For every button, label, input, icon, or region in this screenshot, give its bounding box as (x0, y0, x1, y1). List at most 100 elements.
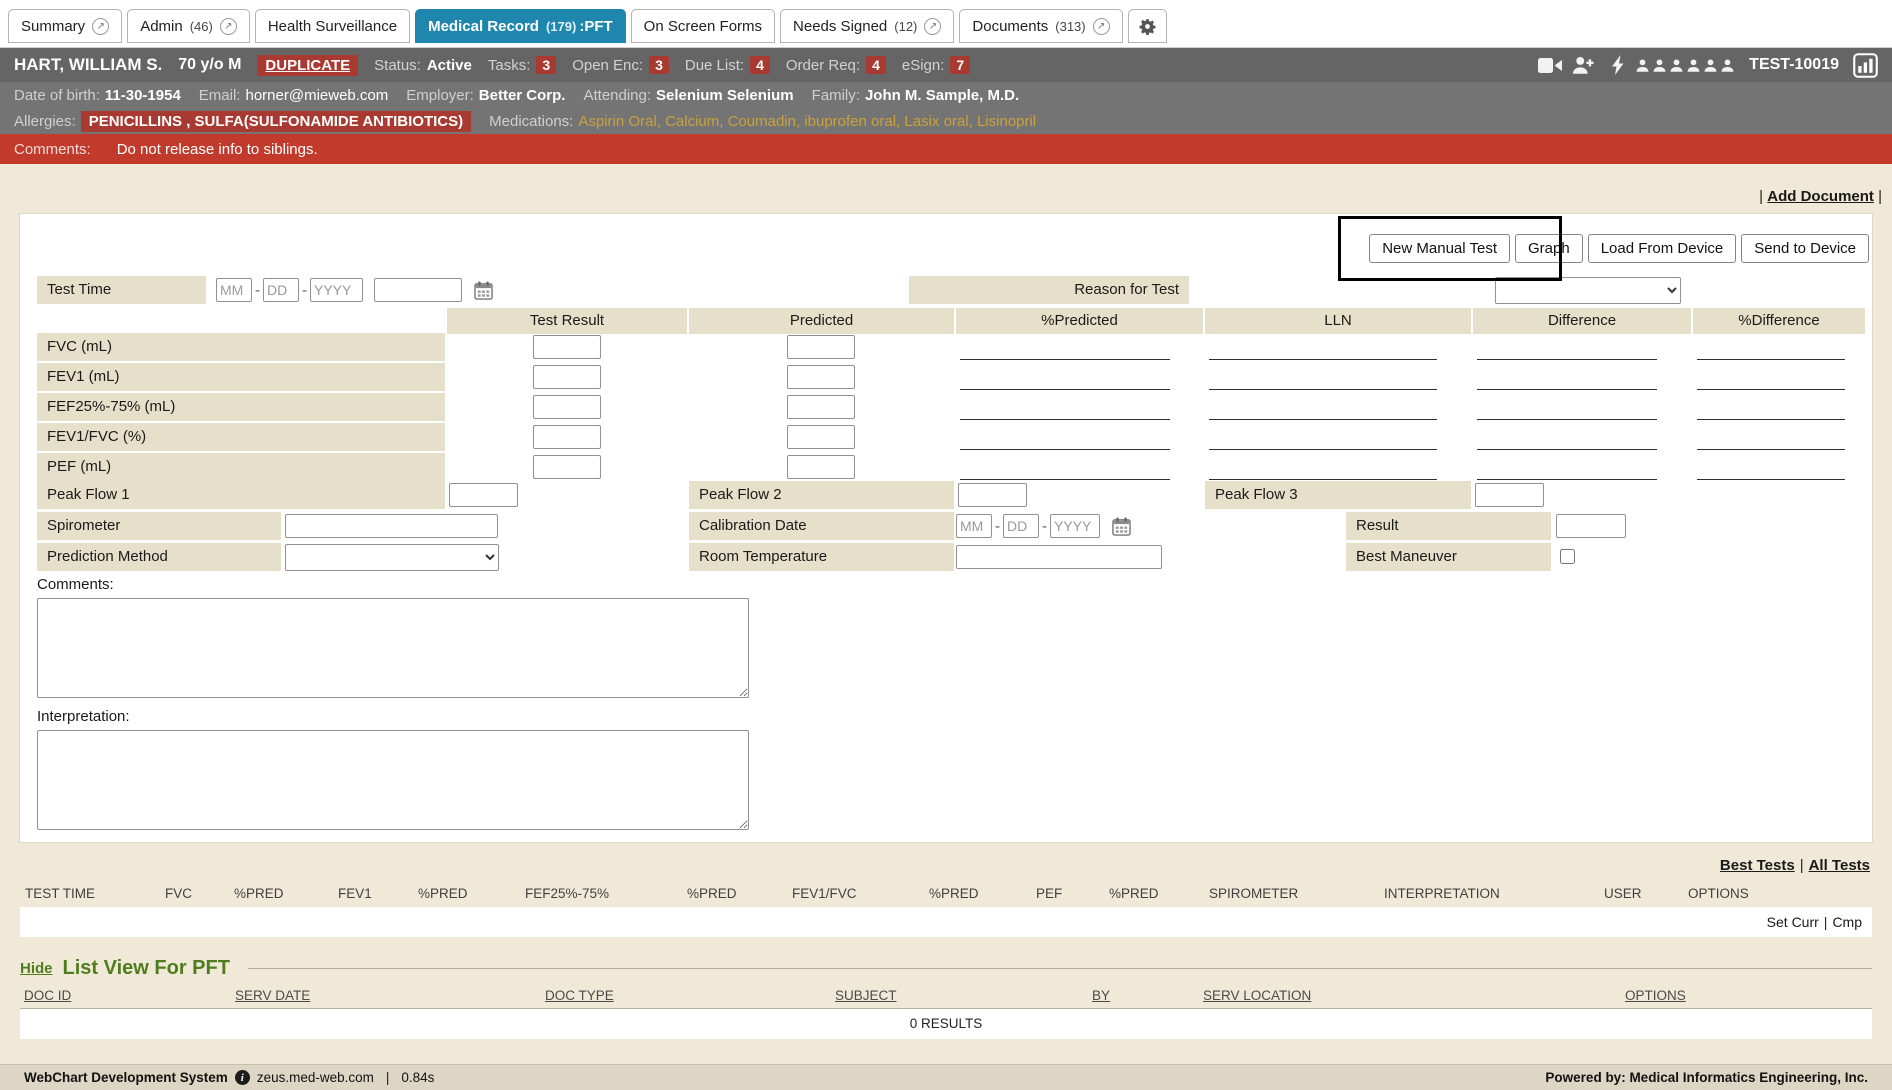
tab-needs-signed[interactable]: Needs Signed (12) (780, 9, 954, 43)
bar-chart-icon[interactable] (1853, 53, 1878, 78)
allergies-label: Allergies: (14, 113, 76, 130)
info-icon[interactable] (235, 1070, 250, 1085)
fev1-test-result-input[interactable] (533, 365, 601, 389)
duplicate-link[interactable]: DUPLICATE (257, 55, 358, 76)
peak-flow-1-input[interactable] (449, 483, 518, 507)
medication-link[interactable]: ibuprofen oral (796, 113, 896, 130)
comments-textarea[interactable] (37, 598, 749, 698)
open-enc-count-badge[interactable]: 3 (649, 56, 669, 74)
doc-id-sort-link[interactable]: DOC ID (24, 988, 71, 1003)
test-time-mm-input[interactable] (216, 278, 252, 302)
all-tests-link[interactable]: All Tests (1809, 857, 1870, 874)
tab-medical-record[interactable]: Medical Record (179) :PFT (415, 9, 626, 43)
send-to-device-button[interactable]: Send to Device (1741, 234, 1869, 263)
popout-icon[interactable] (1093, 18, 1110, 35)
doc-type-sort-link[interactable]: DOC TYPE (545, 988, 614, 1003)
esign-count-badge[interactable]: 7 (950, 56, 970, 74)
fev1-fvc-test-result-input[interactable] (533, 425, 601, 449)
fev1-lln-line (1209, 363, 1437, 390)
subject-sort-link[interactable]: SUBJECT (835, 988, 897, 1003)
video-camera-icon[interactable] (1538, 57, 1562, 74)
set-curr-link[interactable]: Set Curr (1767, 907, 1819, 937)
row-label-fev1-fvc: FEV1/FVC (%) (37, 423, 445, 451)
result-input[interactable] (1556, 514, 1626, 538)
lightning-bolt-icon[interactable] (1612, 55, 1625, 75)
options-sort-link[interactable]: OPTIONS (1625, 988, 1686, 1003)
serv-location-sort-link[interactable]: SERV LOCATION (1203, 988, 1311, 1003)
calibration-yyyy-input[interactable] (1050, 514, 1100, 538)
settings-tab[interactable] (1128, 9, 1167, 43)
calendar-icon[interactable] (474, 281, 493, 300)
order-req-count-badge[interactable]: 4 (866, 56, 886, 74)
spirometer-input[interactable] (285, 514, 498, 538)
medication-link[interactable]: Aspirin Oral (578, 113, 656, 130)
calibration-dd-input[interactable] (1003, 514, 1039, 538)
by-sort-link[interactable]: BY (1092, 988, 1110, 1003)
cmp-link[interactable]: Cmp (1832, 907, 1862, 937)
fef-test-result-input[interactable] (533, 395, 601, 419)
graph-button[interactable]: Graph (1515, 234, 1583, 263)
serv-date-sort-link[interactable]: SERV DATE (235, 988, 310, 1003)
interpretation-textarea[interactable] (37, 730, 749, 830)
new-manual-test-button[interactable]: New Manual Test (1369, 234, 1510, 263)
employer-pair: Employer: Better Corp. (406, 87, 565, 104)
tasks-count-badge[interactable]: 3 (536, 56, 556, 74)
pef-test-result-input[interactable] (533, 455, 601, 479)
medication-link[interactable]: Lasix oral (896, 113, 969, 130)
popout-icon[interactable] (220, 18, 237, 35)
peak-flow-2-input[interactable] (958, 483, 1027, 507)
list-view-title: List View For PFT (63, 957, 230, 980)
due-list-count-badge[interactable]: 4 (750, 56, 770, 74)
test-time-time-input[interactable] (374, 278, 462, 302)
fev1-predicted-input[interactable] (787, 365, 855, 389)
status-label: Status: (374, 57, 421, 74)
test-time-label-cell: Test Time (37, 276, 206, 304)
fev1-fvc-pct-difference-line (1697, 423, 1845, 450)
tab-documents[interactable]: Documents (313) (959, 9, 1122, 43)
medication-link[interactable]: Lisinopril (969, 113, 1037, 130)
popout-icon[interactable] (92, 18, 109, 35)
hide-link[interactable]: Hide (20, 960, 53, 977)
census-people-icons[interactable] (1635, 58, 1735, 73)
peak-flow-3-input[interactable] (1475, 483, 1544, 507)
test-time-dd-input[interactable] (263, 278, 299, 302)
gear-icon (1139, 18, 1156, 35)
tab-health-surveillance[interactable]: Health Surveillance (255, 9, 410, 43)
load-from-device-button[interactable]: Load From Device (1588, 234, 1737, 263)
fvc-test-result-input[interactable] (533, 335, 601, 359)
email-value[interactable]: horner@mieweb.com (245, 87, 388, 104)
popout-icon[interactable] (924, 18, 941, 35)
test-time-yyyy-input[interactable] (310, 278, 363, 302)
status-value: Active (427, 57, 472, 74)
fef-pct-difference-line (1697, 393, 1845, 420)
best-maneuver-checkbox[interactable] (1560, 549, 1575, 564)
tab-admin[interactable]: Admin (46) (127, 9, 250, 43)
pef-difference-line (1477, 453, 1657, 480)
tab-on-screen-forms[interactable]: On Screen Forms (631, 9, 775, 43)
prediction-method-select[interactable] (285, 544, 499, 571)
room-temperature-input[interactable] (956, 545, 1162, 569)
tab-summary[interactable]: Summary (8, 9, 122, 43)
results-header-pef: PEF (1036, 886, 1109, 901)
calibration-mm-input[interactable] (956, 514, 992, 538)
calendar-icon[interactable] (1112, 517, 1131, 536)
best-maneuver-label-cell: Best Maneuver (1346, 543, 1551, 571)
col-header-pct-difference: %Difference (1693, 308, 1865, 334)
fvc-predicted-input[interactable] (787, 335, 855, 359)
medication-link[interactable]: Coumadin (719, 113, 796, 130)
demographics-row: Date of birth: 11-30-1954 Email: horner@… (0, 82, 1892, 108)
add-person-icon[interactable] (1572, 56, 1594, 75)
col-header-test-result: Test Result (447, 308, 687, 334)
footer-app-name: WebChart Development System (24, 1070, 228, 1085)
tab-admin-label: Admin (140, 18, 183, 35)
tab-documents-label: Documents (972, 18, 1048, 35)
fev1-fvc-predicted-input[interactable] (787, 425, 855, 449)
allergy-list[interactable]: PENICILLINS , SULFA(SULFONAMIDE ANTIBIOT… (81, 111, 471, 132)
peak-flow-3-label-cell: Peak Flow 3 (1205, 481, 1471, 509)
add-document-link[interactable]: Add Document (1767, 188, 1874, 205)
pef-predicted-input[interactable] (787, 455, 855, 479)
best-tests-link[interactable]: Best Tests (1720, 857, 1795, 874)
reason-for-test-select[interactable] (1495, 277, 1681, 304)
fef-predicted-input[interactable] (787, 395, 855, 419)
medication-link[interactable]: Calcium (657, 113, 720, 130)
